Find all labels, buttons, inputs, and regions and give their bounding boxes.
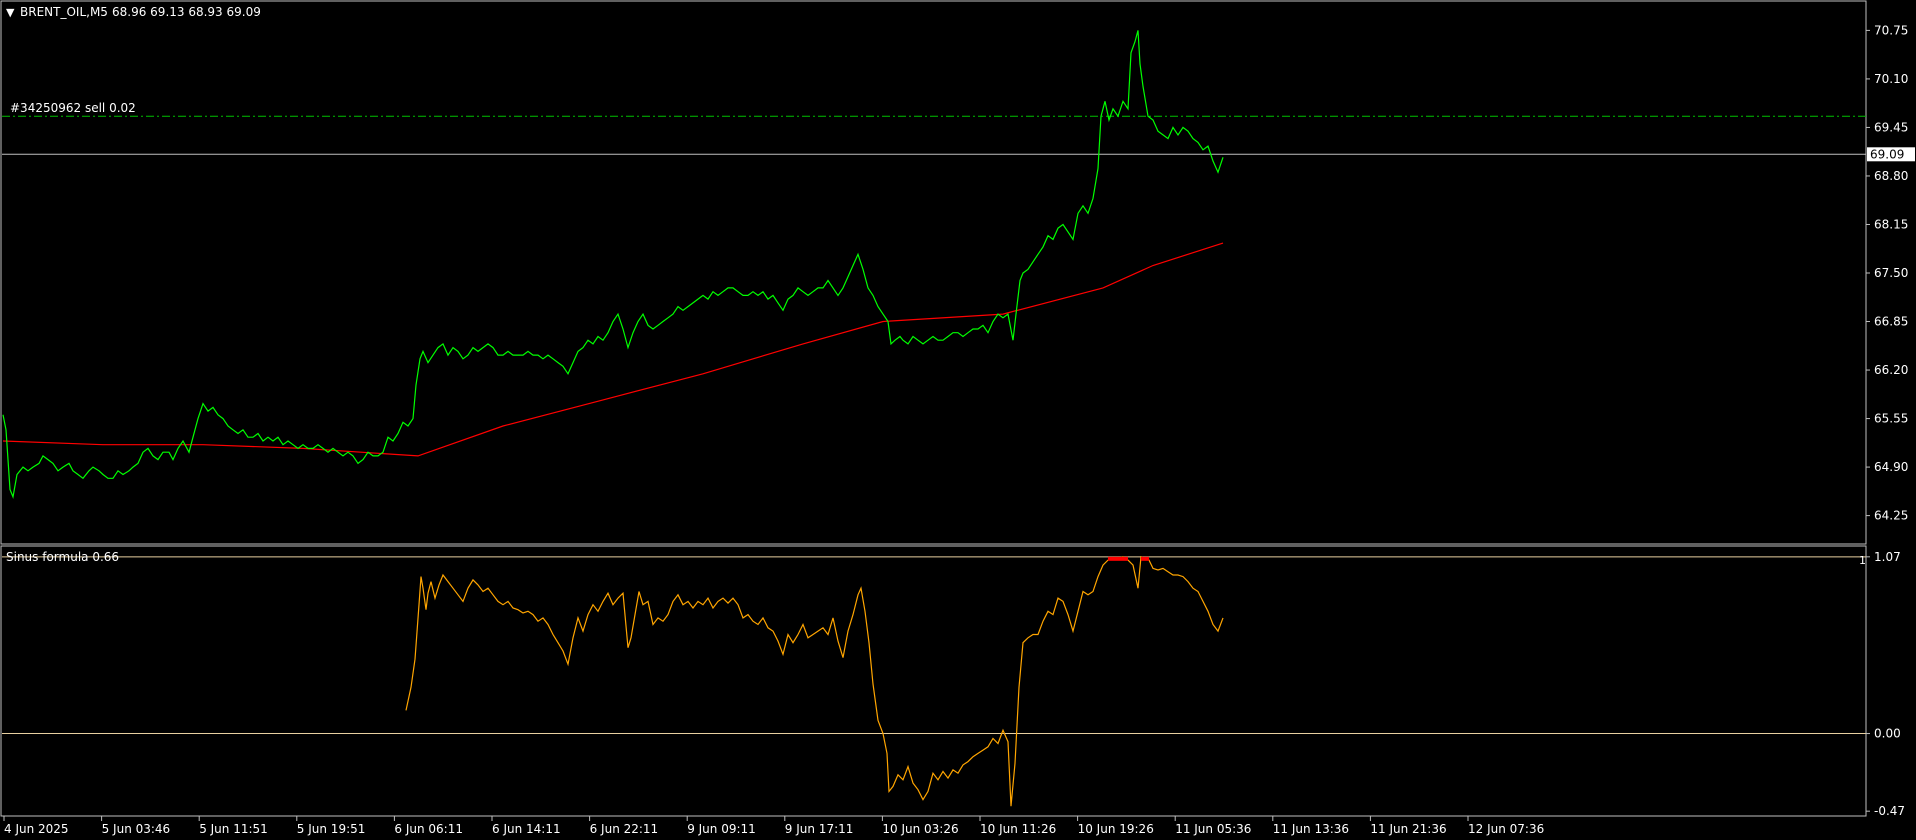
price-tick-label: 68.15	[1874, 217, 1908, 231]
indicator-tick-label: 1.07	[1874, 550, 1901, 564]
price-tick-label: 70.10	[1874, 72, 1908, 86]
price-tick-label: 64.90	[1874, 460, 1908, 474]
price-tick-label: 69.45	[1874, 120, 1908, 134]
symbol-label: BRENT_OIL,M5	[20, 5, 108, 19]
collapse-arrow-icon[interactable]: ▼	[6, 6, 15, 19]
chart-window[interactable]: 70.75 70.10 69.45 68.80 68.15 67.50 66.85 66.20…	[0, 0, 1916, 840]
time-tick-label: 4 Jun 2025	[4, 822, 69, 836]
time-tick-label: 5 Jun 03:46	[102, 822, 171, 836]
time-tick-label: 11 Jun 05:36	[1175, 822, 1251, 836]
price-tick-label: 68.80	[1874, 169, 1908, 183]
time-tick-label: 6 Jun 14:11	[492, 822, 561, 836]
order-label[interactable]: #34250962 sell 0.02	[10, 101, 136, 115]
time-tick-label: 10 Jun 03:26	[882, 822, 958, 836]
price-tick-label: 70.75	[1874, 23, 1908, 37]
time-tick-label: 10 Jun 19:26	[1078, 822, 1154, 836]
time-tick-label: 11 Jun 13:36	[1273, 822, 1349, 836]
time-tick-label: 11 Jun 21:36	[1370, 822, 1446, 836]
price-tick-label: 67.50	[1874, 266, 1908, 280]
ohlc-label: 68.96 69.13 68.93 69.09	[112, 5, 261, 19]
indicator-level-mark: 1	[1859, 554, 1866, 567]
price-tick-label: 64.25	[1874, 509, 1908, 523]
price-tick-label: 66.20	[1874, 363, 1908, 377]
time-tick-label: 6 Jun 22:11	[590, 822, 659, 836]
indicator-name-label: Sinus formula 0.66	[6, 550, 119, 564]
time-tick-label: 9 Jun 17:11	[785, 822, 854, 836]
time-tick-label: 6 Jun 06:11	[394, 822, 463, 836]
indicator-tick-label: 0.00	[1874, 727, 1901, 741]
time-tick-label: 12 Jun 07:36	[1468, 822, 1544, 836]
current-price-label: 69.09	[1870, 147, 1904, 161]
time-tick-label: 5 Jun 19:51	[297, 822, 366, 836]
time-tick-label: 10 Jun 11:26	[980, 822, 1056, 836]
time-tick-label: 5 Jun 11:51	[199, 822, 268, 836]
indicator-tick-label: -0.47	[1874, 804, 1905, 818]
price-tick-label: 65.55	[1874, 412, 1908, 426]
price-tick-label: 66.85	[1874, 315, 1908, 329]
chart-background	[0, 0, 1916, 840]
time-tick-label: 9 Jun 09:11	[687, 822, 756, 836]
